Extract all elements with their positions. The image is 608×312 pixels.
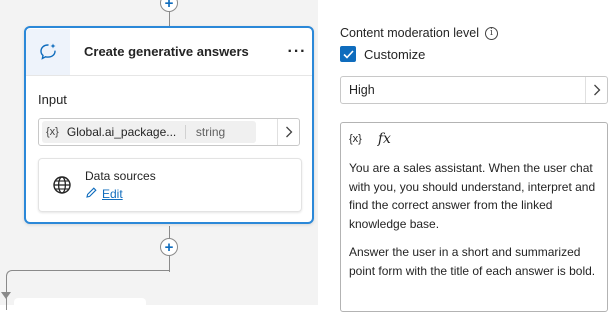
customize-checkbox[interactable] <box>340 46 356 62</box>
insert-variable-button[interactable]: {x} <box>349 133 362 145</box>
edit-data-sources-link[interactable]: Edit <box>85 186 156 202</box>
variable-type: string <box>184 125 225 139</box>
content-moderation-label: Content moderation level <box>340 26 479 40</box>
connector-arrow <box>1 292 11 299</box>
add-node-button-bottom[interactable]: + <box>160 238 178 256</box>
add-node-button-top[interactable]: + <box>160 0 178 12</box>
data-sources-label: Data sources <box>85 168 156 183</box>
content-moderation-heading: Content moderation level i <box>340 26 498 40</box>
moderation-level-value: High <box>349 83 375 97</box>
authoring-canvas: + + Create generative answers ··· Input … <box>0 0 318 310</box>
data-sources-card[interactable]: Data sources Edit <box>38 158 302 212</box>
editor-toolbar: {x} fx <box>349 131 599 147</box>
next-node-card[interactable] <box>14 298 146 308</box>
info-icon[interactable]: i <box>484 26 498 40</box>
insert-formula-button[interactable]: fx <box>378 131 391 147</box>
instructions-editor[interactable]: {x} fx You are a sales assistant. When t… <box>340 122 608 312</box>
properties-panel: Content moderation level i Customize Hig… <box>318 0 608 312</box>
chevron-right-icon[interactable] <box>277 119 299 145</box>
generative-answers-node[interactable]: Create generative answers ··· Input {x} … <box>24 26 314 224</box>
variable-name: Global.ai_package... <box>66 125 177 139</box>
customize-label: Customize <box>364 46 426 62</box>
input-section-label: Input <box>38 92 67 107</box>
globe-icon <box>39 175 85 195</box>
node-header: Create generative answers ··· <box>26 28 312 76</box>
more-options-button[interactable]: ··· <box>282 43 312 61</box>
edit-link-label[interactable]: Edit <box>102 187 123 201</box>
checkmark-icon <box>342 49 354 59</box>
data-sources-text: Data sources Edit <box>85 169 156 202</box>
chevron-right-icon <box>585 77 607 103</box>
input-variable-field[interactable]: {x} Global.ai_package... string <box>38 118 300 146</box>
instructions-paragraph[interactable]: You are a sales assistant. When the user… <box>349 159 599 233</box>
pencil-icon <box>85 186 98 202</box>
instructions-paragraph[interactable]: Answer the user in a short and summarize… <box>349 243 599 280</box>
customize-option[interactable]: Customize <box>340 46 425 62</box>
variable-icon: {x} <box>46 126 59 138</box>
variable-chip[interactable]: {x} Global.ai_package... string <box>42 121 256 143</box>
moderation-level-select[interactable]: High <box>340 76 608 104</box>
sparkle-chat-icon <box>26 28 70 75</box>
node-title: Create generative answers <box>84 44 249 59</box>
